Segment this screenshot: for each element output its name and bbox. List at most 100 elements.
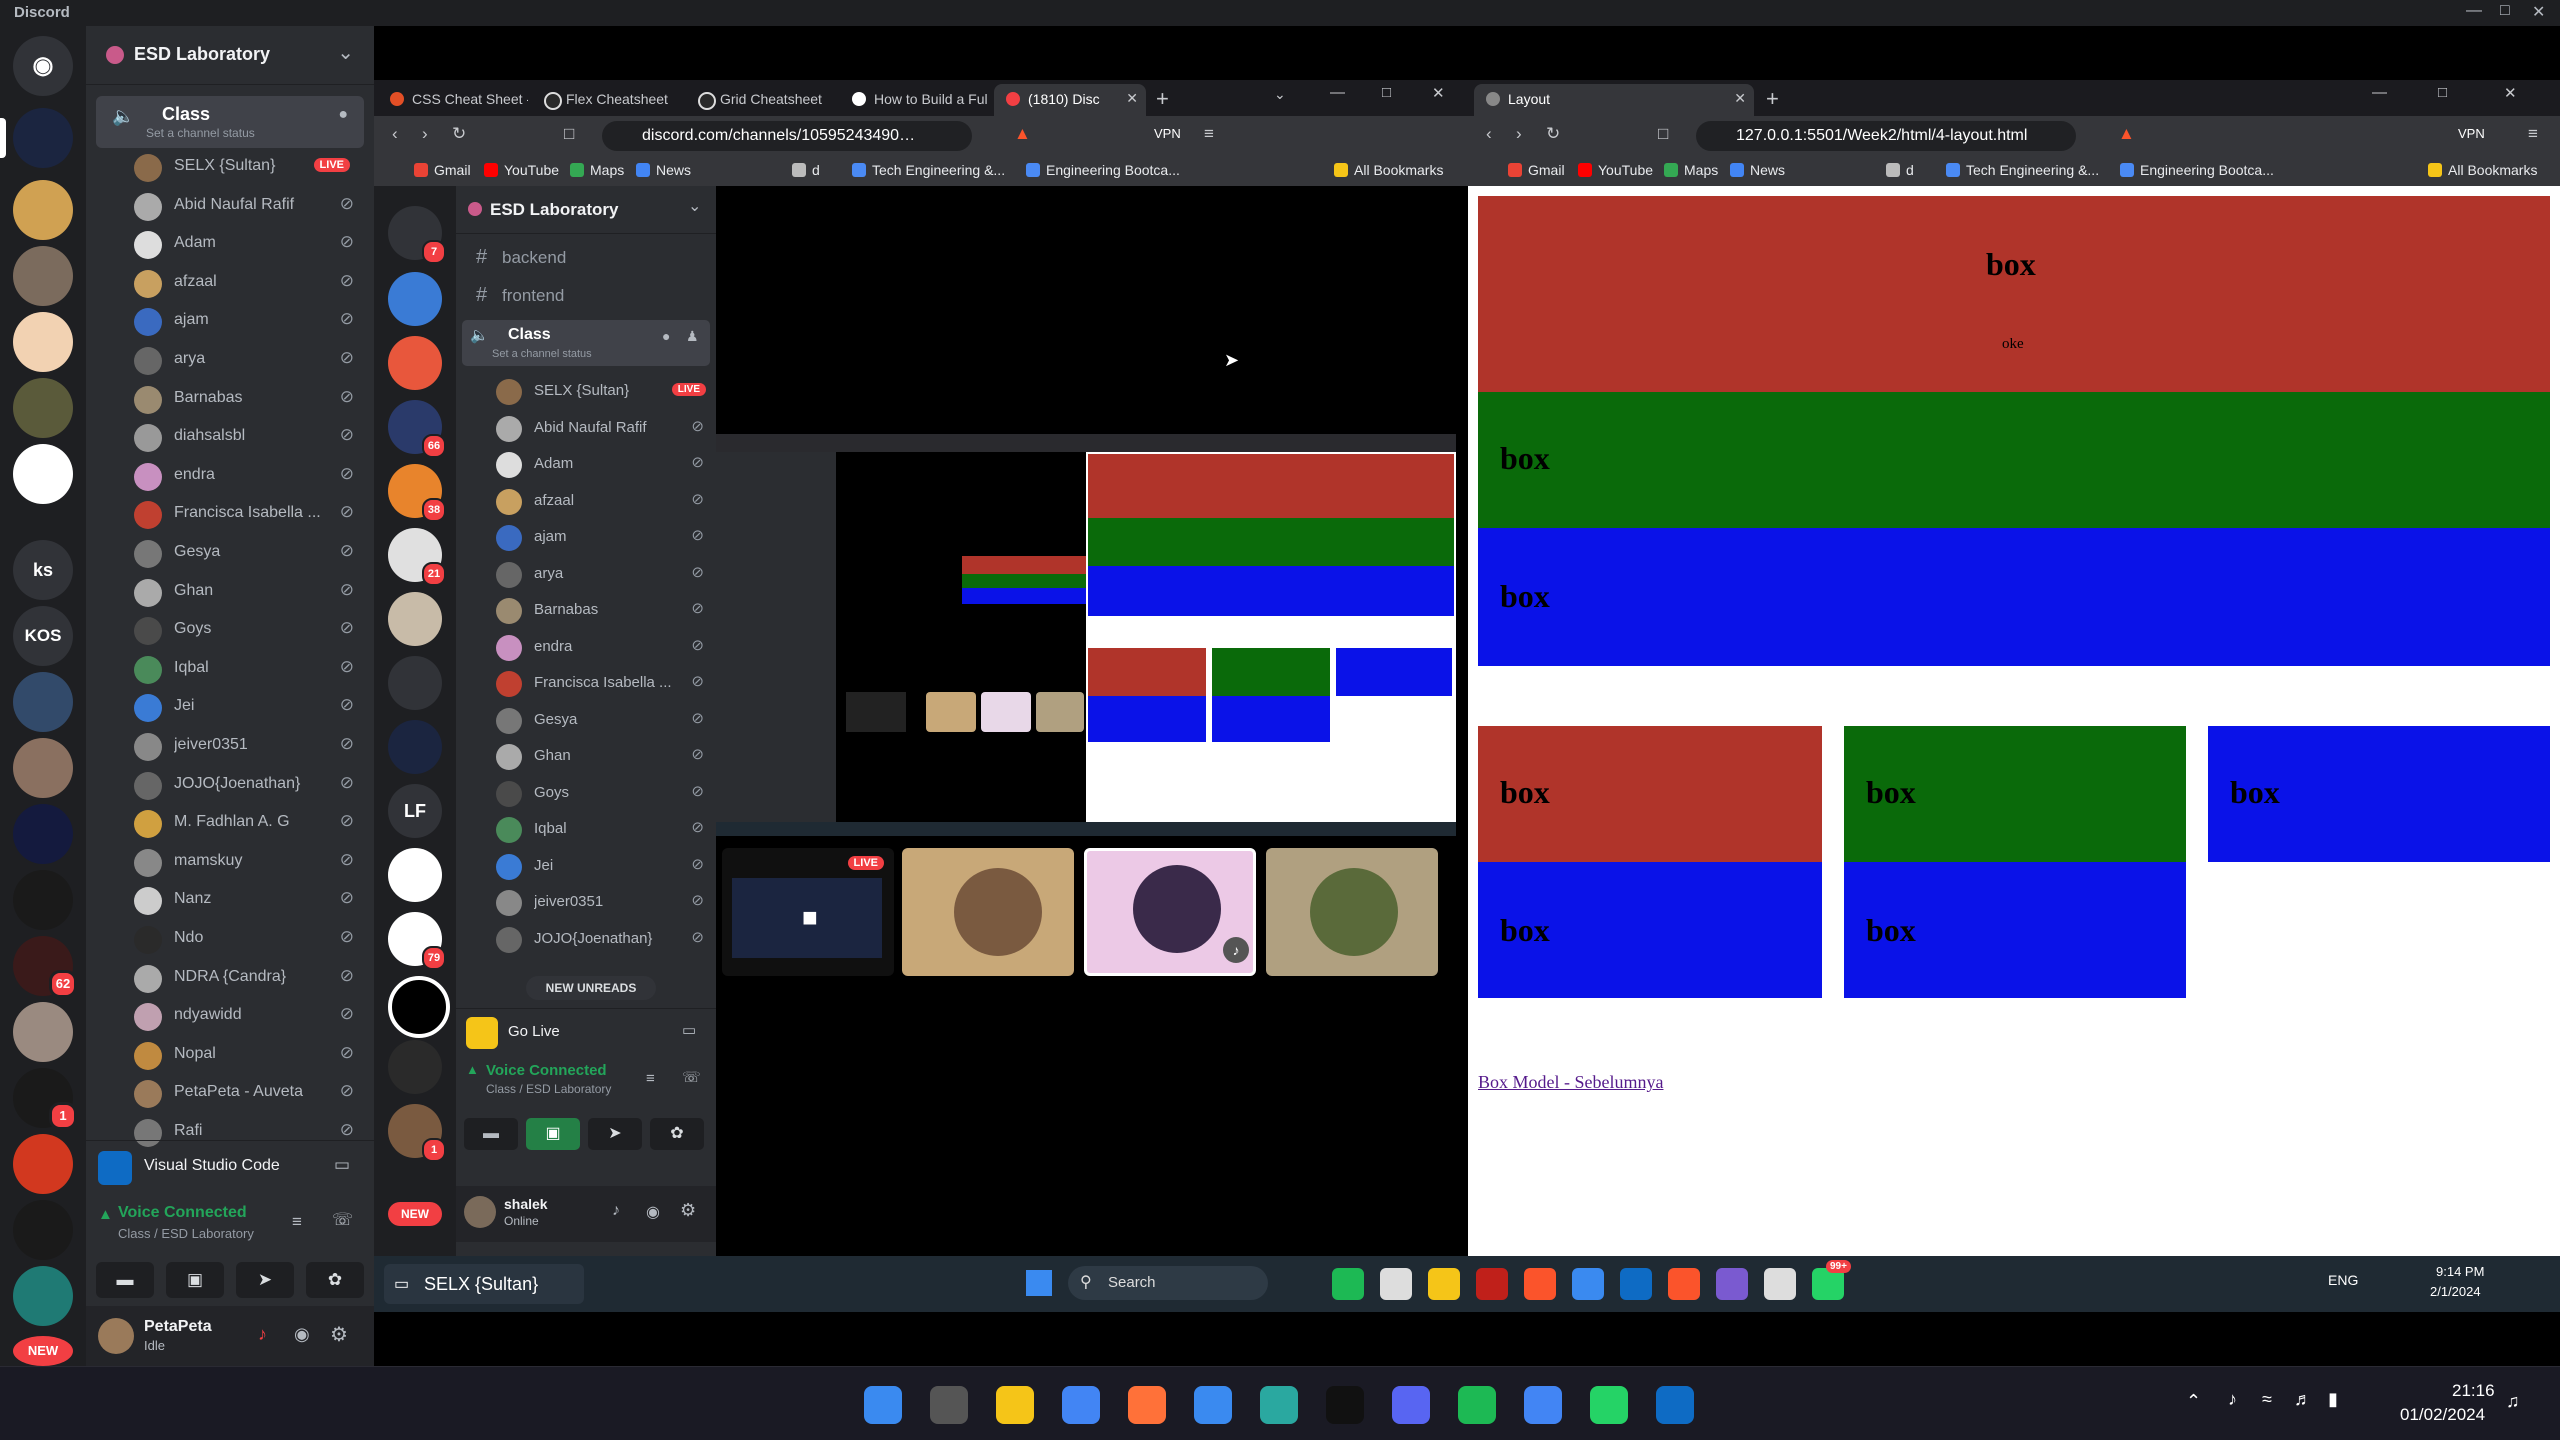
vscode-icon[interactable] <box>1656 1386 1694 1424</box>
voice-member[interactable]: endra ⊘ <box>134 457 364 495</box>
task-view-icon[interactable] <box>930 1386 968 1424</box>
camera-off-icon[interactable]: ▬ <box>96 1262 154 1298</box>
voice-member[interactable]: Adam ⊘ <box>134 225 364 263</box>
notification-bell-icon[interactable]: ♫ <box>2506 1391 2520 1412</box>
voice-member[interactable]: jeiver0351 ⊘ <box>134 727 364 765</box>
guild-icon-lf[interactable]: LF <box>388 784 442 838</box>
guild-icon[interactable] <box>13 1134 73 1194</box>
guild-icon[interactable] <box>388 592 442 646</box>
brave-icon[interactable] <box>1668 1268 1700 1300</box>
chrome-icon[interactable] <box>1524 1386 1562 1424</box>
close-tab-icon[interactable]: ✕ <box>1126 90 1138 107</box>
voice-member[interactable]: Jei ⊘ <box>134 688 364 726</box>
bookmark-news[interactable]: News <box>1730 162 1785 178</box>
volume-icon[interactable]: ♬ <box>2294 1389 2312 1410</box>
voice-member[interactable]: mamskuy ⊘ <box>134 843 364 881</box>
voice-member[interactable]: Abid Naufal Rafif ⊘ <box>134 187 364 225</box>
search-box[interactable]: ⚲ Search <box>1068 1266 1268 1300</box>
stream-tile[interactable]: LIVE ■ <box>722 848 894 976</box>
voice-member[interactable]: Nanz ⊘ <box>134 881 364 919</box>
home-button[interactable]: 7 <box>388 206 446 264</box>
whatsapp-icon[interactable] <box>1590 1386 1628 1424</box>
guild-icon[interactable] <box>0 108 73 168</box>
back-icon[interactable]: ‹ <box>392 124 398 144</box>
voice-member[interactable]: SELX {Sultan} LIVE <box>496 374 716 410</box>
reload-icon[interactable]: ↻ <box>452 124 466 144</box>
address-bar[interactable]: 127.0.0.1:5501/Week2/html/4-layout.html <box>1696 121 2076 151</box>
file-explorer-icon[interactable] <box>1428 1268 1460 1300</box>
minimize-icon[interactable]: — <box>1330 84 1345 101</box>
voice-member[interactable]: Barnabas ⊘ <box>134 380 364 418</box>
bookmark-d[interactable]: d <box>792 162 820 178</box>
guild-icon[interactable] <box>13 738 73 798</box>
share-screen-icon[interactable]: ▣ <box>526 1118 580 1150</box>
chevron-down-icon[interactable]: ⌄ <box>337 40 354 65</box>
participant-tile[interactable] <box>1266 848 1438 976</box>
guild-icon[interactable]: 1 <box>13 1068 77 1130</box>
guild-icon[interactable] <box>388 976 450 1038</box>
guild-icon[interactable] <box>13 312 73 372</box>
guild-icon[interactable] <box>388 272 442 326</box>
voice-member[interactable]: Nopal ⊘ <box>134 1036 364 1074</box>
bookmark-maps[interactable]: Maps <box>1664 162 1718 178</box>
voice-member[interactable]: ajam ⊘ <box>134 302 364 340</box>
firefox-icon[interactable] <box>1128 1386 1166 1424</box>
new-tab-icon[interactable]: + <box>1156 86 1169 112</box>
brave-shield-icon[interactable]: ▲ <box>1014 124 1031 144</box>
whatsapp-icon[interactable]: 99+ <box>1812 1260 1851 1300</box>
voice-member[interactable]: M. Fadhlan A. G ⊘ <box>134 804 364 842</box>
guild-icon-kos[interactable]: KOS <box>13 606 73 666</box>
new-tab-icon[interactable]: + <box>1766 86 1779 112</box>
voice-member[interactable]: arya ⊘ <box>134 341 364 379</box>
guild-icon[interactable]: 62 <box>13 936 77 998</box>
all-bookmarks[interactable]: All Bookmarks <box>1334 162 1443 178</box>
close-window-icon[interactable]: ✕ <box>1432 84 1445 102</box>
close-window-icon[interactable]: ✕ <box>2504 84 2517 102</box>
guild-icon[interactable] <box>13 180 73 240</box>
chevron-down-icon[interactable]: ⌄ <box>1274 86 1286 103</box>
soundboard-icon[interactable]: ✿ <box>650 1118 704 1150</box>
spotify-icon[interactable] <box>1458 1386 1496 1424</box>
tab-css-cheatsheet[interactable]: CSS Cheat Sheet - <box>378 84 528 116</box>
camera-off-icon[interactable]: ▬ <box>464 1118 518 1150</box>
voice-member[interactable]: afzaal ⊘ <box>134 264 364 302</box>
voice-member[interactable]: jeiver0351 ⊘ <box>496 885 716 921</box>
voice-member[interactable]: Gesya ⊘ <box>134 534 364 572</box>
windows-start-icon[interactable] <box>864 1386 902 1424</box>
bookmark-tech-engineering[interactable]: Tech Engineering &... <box>1946 162 2099 178</box>
discord-icon[interactable] <box>1392 1386 1430 1424</box>
bookmark-maps[interactable]: Maps <box>570 162 624 178</box>
wifi-icon[interactable]: ≈ <box>2262 1389 2272 1410</box>
server-header[interactable]: ESD Laboratory ⌄ <box>86 26 374 85</box>
app-icon[interactable] <box>1716 1268 1748 1300</box>
guild-icon[interactable]: 38 <box>388 464 446 522</box>
menu-icon[interactable]: ≡ <box>1204 124 1214 144</box>
guild-icon[interactable]: 66 <box>388 400 446 458</box>
headphones-icon[interactable]: ◉ <box>294 1324 310 1345</box>
server-header[interactable]: ESD Laboratory ⌄ <box>456 186 716 234</box>
new-badge[interactable]: NEW <box>388 1202 442 1226</box>
voice-channel-class[interactable]: 🔈 Class Set a channel status ● <box>96 96 364 148</box>
guild-icon[interactable]: 1 <box>388 1104 446 1162</box>
voice-member[interactable]: diahsalsbl ⊘ <box>134 418 364 456</box>
share-screen-icon[interactable]: ▣ <box>166 1262 224 1298</box>
bookmark-news[interactable]: News <box>636 162 691 178</box>
voice-member[interactable]: Jei ⊘ <box>496 849 716 885</box>
app-icon[interactable] <box>1476 1268 1508 1300</box>
voice-member[interactable]: SELX {Sultan} LIVE <box>134 148 364 186</box>
settings-gear-icon[interactable]: ⚙ <box>330 1322 348 1347</box>
bookmark-d[interactable]: d <box>1886 162 1914 178</box>
new-badge[interactable]: NEW <box>13 1336 73 1366</box>
voice-member[interactable]: ajam ⊘ <box>496 520 716 556</box>
maximize-icon[interactable]: □ <box>2438 84 2447 101</box>
bookmark-icon[interactable]: □ <box>564 124 574 144</box>
mic-icon[interactable]: ♪ <box>2228 1389 2237 1410</box>
participant-tile[interactable]: ♪ <box>1084 848 1256 976</box>
bookmark-engineering-bootcamp[interactable]: Engineering Bootca... <box>2120 162 2274 178</box>
activities-icon[interactable]: ➤ <box>588 1118 642 1150</box>
edge-icon[interactable] <box>1260 1386 1298 1424</box>
close-icon[interactable]: ✕ <box>2532 2 2545 22</box>
box-model-link[interactable]: Box Model - Sebelumnya <box>1478 1072 1663 1093</box>
voice-member[interactable]: JOJO{Joenathan} ⊘ <box>496 922 716 958</box>
maximize-icon[interactable]: □ <box>2500 2 2510 20</box>
